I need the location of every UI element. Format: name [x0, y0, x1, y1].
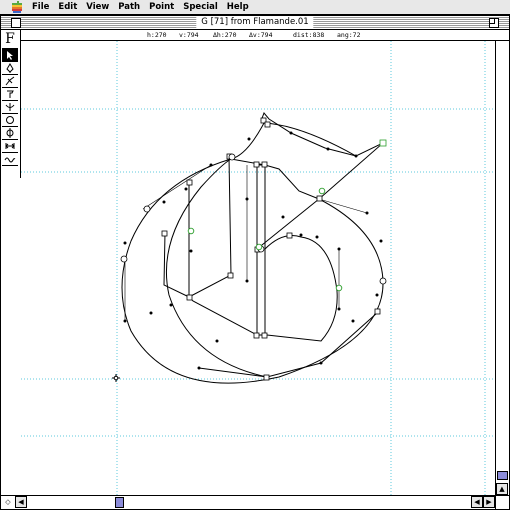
delta-v-readout: Δv:794 [249, 31, 273, 39]
glyph-contours [121, 112, 384, 384]
measure-tool-icon[interactable] [2, 140, 18, 153]
menu-special[interactable]: Special [183, 2, 218, 12]
vertical-scroll-thumb[interactable] [497, 471, 508, 480]
rotate-tool-icon[interactable] [2, 153, 18, 166]
scroll-right-arrow[interactable]: ▶ [483, 496, 495, 508]
coordinate-info-bar: h:270 v:794 Δh:270 Δv:794 dist:838 ang:7… [21, 30, 509, 41]
scroll-left-arrow[interactable]: ◀ [15, 496, 27, 508]
dist-readout: dist:838 [293, 31, 325, 39]
h-readout: h:270 [147, 31, 167, 39]
scroll-left-arrow-right[interactable]: ◀ [471, 496, 483, 508]
curve-point-icon[interactable] [2, 114, 18, 127]
freehand-tool-icon[interactable] [2, 75, 18, 88]
glyph-outline-drawing[interactable] [21, 41, 494, 499]
menu-edit[interactable]: Edit [58, 2, 77, 12]
tangent-point-icon[interactable] [2, 127, 18, 140]
menu-help[interactable]: Help [227, 2, 249, 12]
menu-view[interactable]: View [86, 2, 109, 12]
grow-box[interactable] [495, 495, 509, 509]
curve-points[interactable] [120, 153, 387, 285]
window-title: G [71] from Flamande.01 [196, 16, 314, 29]
knife-tool-icon[interactable] [2, 88, 18, 101]
origin-marker [112, 374, 120, 382]
view-size-icon[interactable]: ◇ [1, 495, 16, 509]
menu-bar: File Edit View Path Point Special Help [0, 0, 510, 15]
glyph-canvas[interactable] [21, 41, 494, 499]
font-logo-icon: F [2, 30, 18, 49]
apple-menu-icon[interactable] [10, 1, 24, 13]
scroll-up-arrow[interactable]: ▲ [496, 483, 508, 495]
off-curve-points[interactable] [123, 131, 383, 370]
window-title-bar[interactable]: G [71] from Flamande.01 [1, 16, 509, 30]
pen-tool-icon[interactable] [2, 62, 18, 75]
menu-file[interactable]: File [32, 2, 49, 12]
horizontal-scrollbar[interactable]: ◀ ◀ ▶ [15, 495, 495, 509]
glyph-window: G [71] from Flamande.01 h:270 v:794 Δh:2… [0, 15, 510, 510]
angle-readout: ang:72 [337, 31, 361, 39]
arrow-tool-icon[interactable] [2, 49, 18, 62]
vertical-scrollbar[interactable]: ▲ ▼ [495, 41, 509, 508]
toolbox: F [1, 30, 21, 178]
corner-point-icon[interactable] [2, 101, 18, 114]
horizontal-scroll-thumb[interactable] [115, 497, 124, 508]
menu-path[interactable]: Path [118, 2, 140, 12]
menu-point[interactable]: Point [149, 2, 174, 12]
close-box[interactable] [11, 18, 21, 28]
v-readout: v:794 [179, 31, 199, 39]
delta-h-readout: Δh:270 [213, 31, 237, 39]
zoom-box[interactable] [489, 18, 499, 28]
